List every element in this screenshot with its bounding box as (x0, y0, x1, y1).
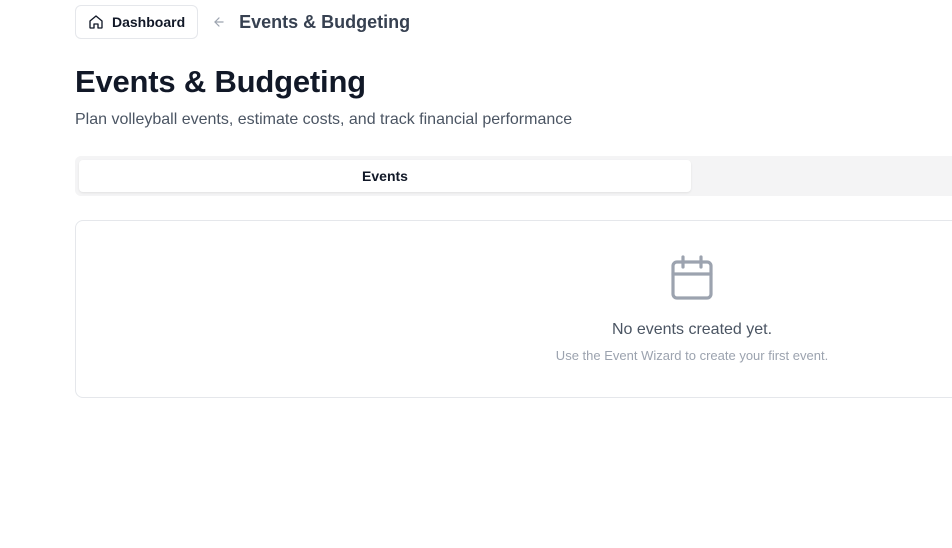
breadcrumb: Dashboard Events & Budgeting (75, 4, 410, 40)
arrow-left-icon[interactable] (212, 15, 226, 29)
calendar-icon (670, 255, 714, 301)
empty-state-title: No events created yet. (611, 321, 773, 338)
tab-events-label: Events (362, 168, 408, 184)
home-icon (88, 14, 104, 30)
page: Dashboard Events & Budgeting Events & Bu… (0, 0, 952, 548)
page-subtitle: Plan volleyball events, estimate costs, … (75, 111, 573, 128)
tab-events[interactable]: Events (79, 160, 691, 192)
dashboard-button-label: Dashboard (112, 14, 186, 30)
events-empty-card: No events created yet. Use the Event Wiz… (75, 220, 952, 398)
empty-state-hint: Use the Event Wizard to create your firs… (555, 348, 829, 363)
breadcrumb-current: Events & Budgeting (239, 11, 411, 32)
dashboard-button[interactable]: Dashboard (75, 5, 199, 39)
page-title: Events & Budgeting (75, 64, 366, 99)
tab-list: Events (75, 156, 952, 196)
